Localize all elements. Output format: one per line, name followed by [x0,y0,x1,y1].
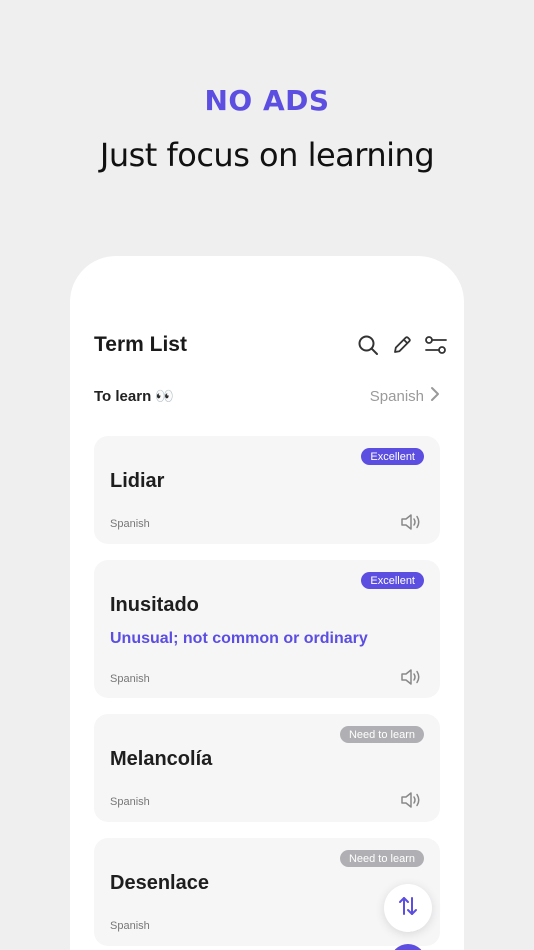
term-word: Desenlace [110,872,209,894]
term-meaning: Unusual; not common or ordinary [110,630,368,647]
status-badge: Need to learn [339,726,424,743]
search-icon[interactable] [356,333,380,357]
header-actions [356,333,448,357]
term-card[interactable]: Need to learn Melancolía Spanish [94,714,440,822]
page-title: Term List [94,333,187,356]
sort-arrows-icon [397,895,419,922]
chevron-right-icon [430,386,440,406]
term-word: Lidiar [110,470,165,492]
filter-row: To learn 👀 Spanish [94,384,440,408]
term-card[interactable]: Excellent Inusitado Unusual; not common … [94,560,440,698]
term-word: Melancolía [110,748,213,770]
phone-screen: Term List To learn 👀 Spanish Excellent L… [70,256,464,950]
speaker-icon[interactable] [400,668,422,686]
language-selector-value: Spanish [369,387,424,405]
term-language: Spanish [110,920,150,932]
sort-button[interactable] [384,884,432,932]
list-filter-label[interactable]: To learn 👀 [94,387,174,405]
status-badge: Excellent [361,448,424,465]
term-language: Spanish [110,796,150,808]
term-card[interactable]: Excellent Lidiar Spanish [94,436,440,544]
status-badge: Excellent [361,572,424,589]
term-list: Excellent Lidiar Spanish Excellent Inusi… [94,436,440,950]
status-badge: Need to learn [339,850,424,867]
term-language: Spanish [110,673,150,685]
term-card[interactable]: Need to learn Desenlace Spanish [94,838,440,946]
edit-pencil-icon[interactable] [390,333,414,357]
top-bar: Term List [94,330,448,360]
filter-sliders-icon[interactable] [424,333,448,357]
speaker-icon[interactable] [400,791,422,809]
term-language: Spanish [110,518,150,530]
promo-headline: NO ADS [204,84,330,117]
language-selector[interactable]: Spanish [370,386,440,406]
speaker-icon[interactable] [400,513,422,531]
term-word: Inusitado [110,594,199,616]
promo-tagline: Just focus on learning [99,136,435,174]
